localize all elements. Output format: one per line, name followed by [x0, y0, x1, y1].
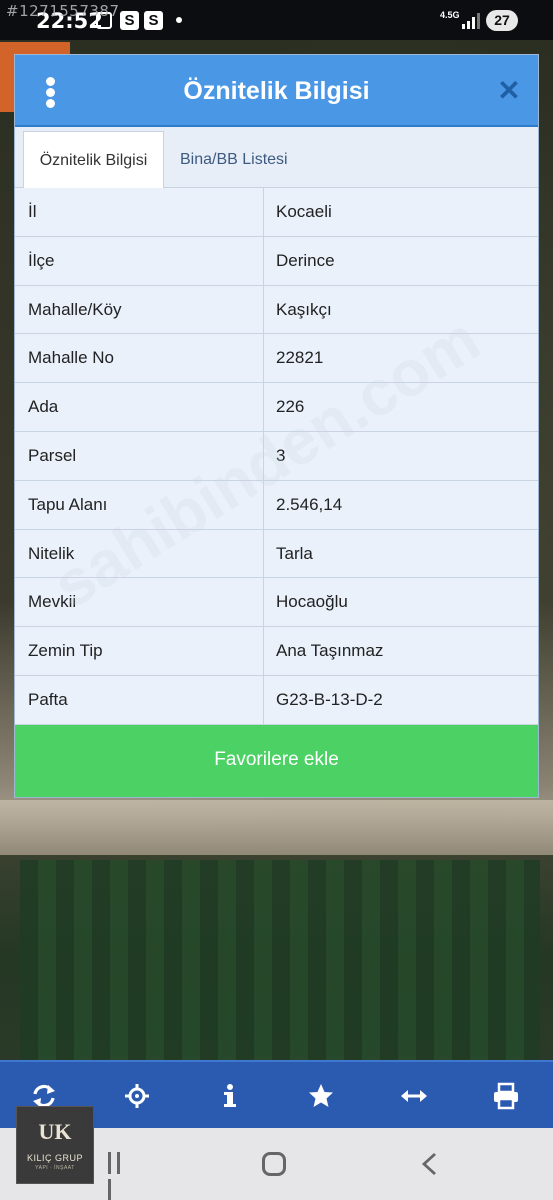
image-id-watermark: #1271557387 — [6, 2, 120, 20]
status-bar: 22:52 S S 4.5G 27 #1271557387 — [0, 0, 553, 40]
dialog-title: Öznitelik Bilgisi — [183, 77, 370, 105]
table-row: Zemin Tip Ana Taşınmaz — [15, 627, 538, 676]
add-to-favorites-button[interactable]: Favorilere ekle — [15, 725, 538, 797]
map-road — [0, 800, 553, 855]
attribute-table: İl Kocaeli İlçe Derince Mahalle/Köy Kaşıkçı… — [15, 188, 538, 725]
row-value: Kaşıkçı — [276, 299, 332, 319]
star-icon[interactable] — [307, 1082, 335, 1110]
table-row: Nitelik Tarla — [15, 529, 538, 579]
table-row: İl Kocaeli — [15, 188, 538, 237]
tab-attribute-info[interactable]: Öznitelik Bilgisi — [23, 131, 164, 188]
row-key: Mahalle No — [28, 348, 114, 368]
map-field — [20, 860, 540, 1090]
table-row: Parsel 3 — [15, 431, 538, 481]
close-icon[interactable]: ✕ — [497, 77, 521, 105]
table-row: Mahalle/Köy Kaşıkçı — [15, 285, 538, 335]
row-value: G23-B-13-D-2 — [276, 689, 383, 709]
row-key: Nitelik — [28, 543, 75, 563]
row-key: Mevkii — [28, 592, 77, 612]
signal-icon — [462, 13, 480, 29]
recents-icon[interactable] — [108, 1152, 132, 1200]
logo-name: KILIÇ GRUP — [26, 1153, 83, 1163]
attribute-dialog: Öznitelik Bilgisi ✕ Öznitelik Bilgisi Bi… — [14, 54, 539, 798]
table-row: Tapu Alanı 2.546,14 — [15, 480, 538, 530]
row-value: 2.546,14 — [276, 494, 343, 514]
row-value: Tarla — [276, 543, 313, 563]
row-value: Kocaeli — [276, 202, 332, 221]
dialog-tabs: Öznitelik Bilgisi Bina/BB Listesi — [15, 127, 538, 188]
logo-tagline: YAPI · İNŞAAT — [35, 1165, 75, 1171]
logo-mark: UK — [38, 1119, 72, 1144]
row-value: 226 — [276, 397, 305, 417]
table-row: Pafta G23-B-13-D-2 — [15, 675, 538, 725]
battery-indicator: 27 — [486, 10, 518, 31]
company-logo: UK KILIÇ GRUP YAPI · İNŞAAT — [16, 1106, 94, 1184]
s-app-icon-2: S — [144, 11, 163, 30]
info-icon[interactable] — [216, 1082, 244, 1110]
table-row: İlçe Derince — [15, 236, 538, 286]
row-value: Derince — [276, 250, 335, 270]
notification-dot-icon — [176, 17, 182, 23]
row-value: Ana Taşınmaz — [276, 641, 384, 661]
row-key: İlçe — [28, 250, 55, 270]
measure-icon[interactable] — [400, 1082, 428, 1110]
row-key: Zemin Tip — [28, 641, 103, 661]
back-icon[interactable] — [420, 1152, 440, 1176]
tab-building-list[interactable]: Bina/BB Listesi — [166, 131, 302, 188]
network-type: 4.5G — [440, 10, 460, 20]
dialog-header: Öznitelik Bilgisi ✕ — [15, 55, 538, 127]
row-key: Parsel — [28, 445, 77, 465]
table-row: Ada 226 — [15, 383, 538, 432]
s-app-icon: S — [120, 11, 139, 30]
row-value: Hocaoğlu — [276, 592, 348, 612]
table-row: Mevkii Hocaoğlu — [15, 578, 538, 628]
row-key: Ada — [28, 397, 59, 417]
row-value: 22821 — [276, 348, 324, 368]
home-icon[interactable] — [262, 1152, 286, 1176]
print-icon[interactable] — [492, 1082, 520, 1110]
row-key: Tapu Alanı — [28, 494, 108, 514]
row-value: 3 — [276, 445, 286, 465]
table-row: Mahalle No 22821 — [15, 334, 538, 384]
row-key: Mahalle/Köy — [28, 299, 122, 319]
locate-icon[interactable] — [123, 1082, 151, 1110]
row-key: İl — [28, 202, 37, 221]
row-key: Pafta — [28, 689, 68, 709]
